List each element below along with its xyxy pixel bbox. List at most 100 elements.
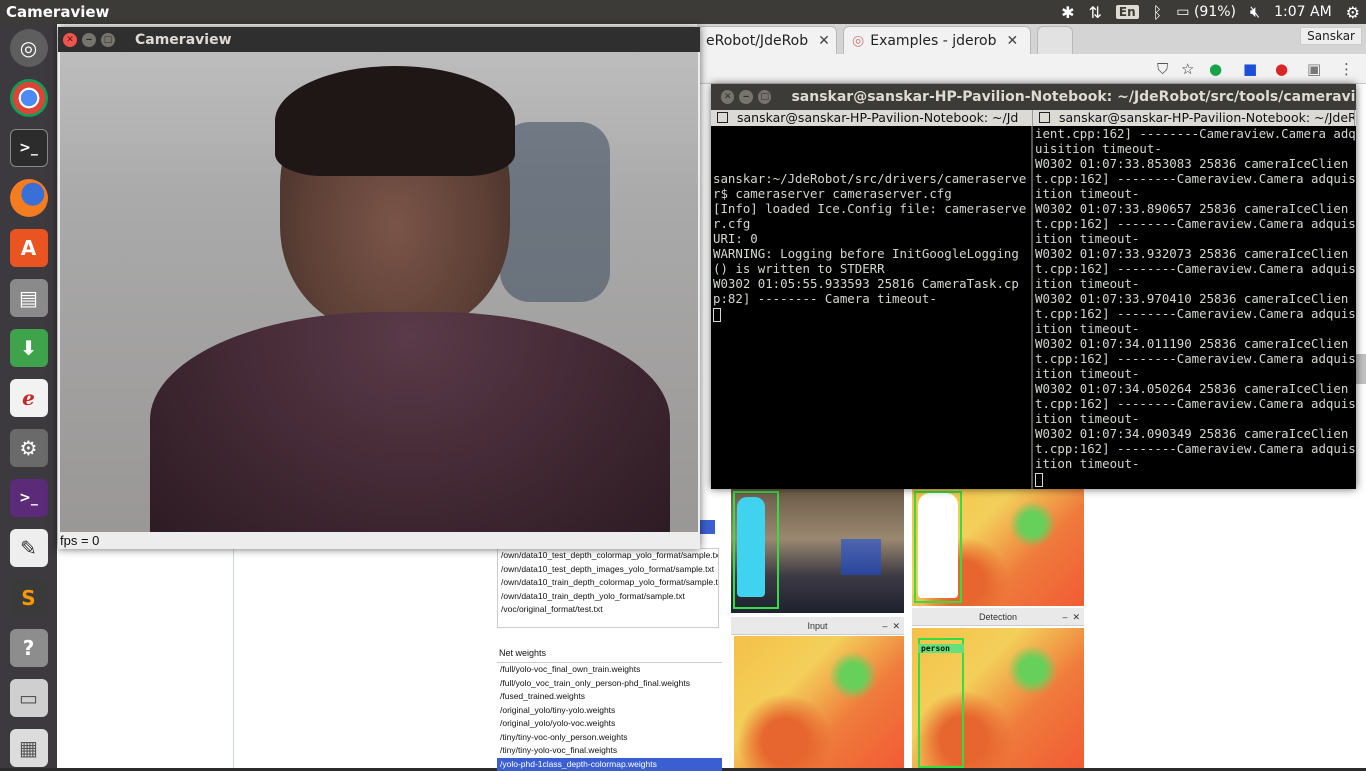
cameraview-titlebar[interactable]: ✕ ‒ □ Cameraview xyxy=(58,27,700,52)
launcher-item-sublime[interactable]: S xyxy=(7,577,51,618)
browser-tab-examples[interactable]: ◎Examples - jderob✕ xyxy=(843,26,1031,54)
cameraview-window: ✕ ‒ □ Cameraview fps = 0 xyxy=(58,27,700,549)
terminal-tab-icon xyxy=(717,112,728,123)
rgb-image-tile xyxy=(731,489,904,613)
network-arrows-icon[interactable]: ⇅ xyxy=(1089,3,1102,22)
launcher-item-files[interactable]: ▤ xyxy=(7,278,51,319)
close-icon[interactable]: ✕ xyxy=(1007,33,1019,49)
list-item[interactable]: /tiny/tiny-voc-only_person.weights xyxy=(497,731,722,745)
extension-gray-icon[interactable]: ▣ xyxy=(1307,60,1321,78)
terminal-tab-label: sanskar@sanskar-HP-Pavilion-Notebook: ~/… xyxy=(1059,110,1355,125)
dataset-list[interactable]: /own/data10_test_depth_colormap_yolo_for… xyxy=(497,548,719,628)
list-item[interactable]: /voc/original_format/test.txt xyxy=(498,603,718,617)
grammarly-icon[interactable]: ● xyxy=(1209,60,1222,78)
list-item[interactable]: /own/data10_test_depth_images_yolo_forma… xyxy=(498,563,718,577)
profile-button[interactable]: Sanskar xyxy=(1300,27,1362,45)
document-viewer-icon: ℯ xyxy=(10,379,48,417)
list-item[interactable]: /full/yolo_voc_train_only_person-phd_fin… xyxy=(497,677,722,691)
settings-icon: ⚙ xyxy=(10,429,48,467)
net-weights-label: Net weights xyxy=(499,648,546,658)
detection-box xyxy=(918,638,964,768)
net-weights-list[interactable]: /full/yolo-voc_final_own_train.weights /… xyxy=(497,662,722,768)
close-icon[interactable]: ✕ xyxy=(818,33,830,49)
terminal-output: ient.cpp:162] --------Cameraview.Camera … xyxy=(1035,126,1356,471)
keyboard-layout-indicator[interactable]: En xyxy=(1116,5,1139,19)
launcher-item-dash[interactable]: ◎ xyxy=(7,28,51,69)
terminal-icon: >_ xyxy=(10,129,48,167)
close-icon[interactable]: ✕ xyxy=(721,90,734,104)
battery-percent: (91%) xyxy=(1194,4,1236,20)
launcher-item-chrome[interactable] xyxy=(7,78,51,119)
power-gear-icon[interactable]: ⚙ xyxy=(1346,3,1360,22)
battery-indicator[interactable]: ▭ (91%) xyxy=(1176,4,1236,20)
ubuntu-dash-icon: ◎ xyxy=(10,29,48,67)
sublime-icon: S xyxy=(10,579,48,617)
maximize-icon[interactable]: □ xyxy=(101,33,115,47)
launcher-item-docviewer[interactable]: ℯ xyxy=(7,378,51,419)
bluetooth-icon[interactable]: ᛒ xyxy=(1153,3,1163,22)
list-item-selected[interactable]: /yolo-phd-1class_depth-colormap.weights xyxy=(497,758,722,771)
chrome-icon xyxy=(10,79,48,117)
list-item[interactable]: /full/yolo-voc_final_own_train.weights xyxy=(497,663,722,677)
volume-muted-icon[interactable]: 🔇︎ xyxy=(1250,2,1260,22)
list-item[interactable]: /fused_trained.weights xyxy=(497,690,722,704)
launcher-item-terminal-alt[interactable]: >_ xyxy=(7,477,51,518)
depth-image-tile xyxy=(912,489,1084,606)
window-controls[interactable]: ‒ ✕ xyxy=(1062,608,1080,626)
selected-row-marker xyxy=(699,520,715,534)
terminal-pane-left[interactable]: sanskar:~/JdeRobot/src/drivers/cameraser… xyxy=(711,126,1031,489)
terminal-cursor xyxy=(1035,473,1043,487)
browser-tab-label: Examples - jderob xyxy=(870,33,996,49)
terminal-cursor xyxy=(713,308,721,322)
terminal-window: ✕ ‒ □ sanskar@sanskar-HP-Pavilion-Notebo… xyxy=(711,84,1356,489)
bookmark-icon[interactable]: ■ xyxy=(1243,60,1257,78)
files-icon: ▤ xyxy=(10,279,48,317)
launcher-item-help[interactable]: ? xyxy=(7,627,51,668)
new-tab-button[interactable] xyxy=(1037,26,1073,54)
shirt-shape xyxy=(150,312,670,532)
detection-window-title: Detection‒ ✕ xyxy=(912,608,1084,626)
terminal-titlebar[interactable]: ✕ ‒ □ sanskar@sanskar-HP-Pavilion-Notebo… xyxy=(711,84,1356,110)
page-scrollbar[interactable] xyxy=(1356,354,1366,384)
launcher-item-drive[interactable]: ▭ xyxy=(7,677,51,718)
list-item[interactable]: /original_yolo/tiny-yolo.weights xyxy=(497,704,722,718)
cameraview-title: Cameraview xyxy=(135,32,232,48)
list-item[interactable]: /own/data10_train_depth_colormap_yolo_fo… xyxy=(498,576,718,590)
launcher-item-software[interactable]: A xyxy=(7,228,51,269)
minimize-icon[interactable]: ‒ xyxy=(739,90,752,104)
active-app-title: Cameraview xyxy=(0,3,109,21)
launcher-item-firefox[interactable] xyxy=(7,178,51,219)
window-controls[interactable]: ‒ ✕ xyxy=(882,617,900,635)
list-item[interactable]: /own/data10_train_depth_yolo_format/samp… xyxy=(498,590,718,604)
camera-feed-image xyxy=(60,52,698,532)
network-gear-icon[interactable]: ✱ xyxy=(1061,3,1074,22)
close-icon[interactable]: ✕ xyxy=(63,33,77,47)
launcher-item-text-editor[interactable]: ✎ xyxy=(7,527,51,568)
list-item[interactable]: /own/data10_test_depth_colormap_yolo_for… xyxy=(498,549,718,563)
extension-icon[interactable]: ● xyxy=(1275,60,1288,78)
launcher-item-settings[interactable]: ⚙ xyxy=(7,428,51,469)
terminal-tab-icon xyxy=(1039,112,1050,123)
clock[interactable]: 1:07 AM xyxy=(1274,4,1332,20)
fps-status: fps = 0 xyxy=(58,532,700,549)
hair-shape xyxy=(275,66,515,176)
input-title: Input xyxy=(807,621,827,631)
menu-icon[interactable]: ⋮ xyxy=(1339,60,1354,78)
input-window-title: Input ‒ ✕ xyxy=(731,617,904,635)
terminal-pane-right[interactable]: ient.cpp:162] --------Cameraview.Camera … xyxy=(1033,126,1356,489)
browser-tab-jderobot[interactable]: eRobot/JdeRob✕ xyxy=(697,26,837,54)
detection-box xyxy=(914,491,962,603)
list-item[interactable]: /original_yolo/yolo-voc.weights xyxy=(497,717,722,731)
maximize-icon[interactable]: □ xyxy=(758,90,771,104)
minimize-icon[interactable]: ‒ xyxy=(82,33,96,47)
list-item[interactable]: /tiny/tiny-yolo-voc_final.weights xyxy=(497,744,722,758)
launcher-item-downloader[interactable]: ⬇ xyxy=(7,328,51,369)
background-clothes-shape xyxy=(500,122,610,302)
launcher-item-terminal[interactable]: >_ xyxy=(7,128,51,169)
launcher-item-printer[interactable]: ▦ xyxy=(7,727,51,768)
monitor-shape xyxy=(841,539,881,575)
terminal-tab-left[interactable]: sanskar@sanskar-HP-Pavilion-Notebook: ~/… xyxy=(711,110,1033,126)
shield-icon[interactable]: ⛉ xyxy=(1157,60,1168,78)
star-icon[interactable]: ☆ xyxy=(1181,60,1194,78)
terminal-tab-right[interactable]: sanskar@sanskar-HP-Pavilion-Notebook: ~/… xyxy=(1033,110,1355,126)
